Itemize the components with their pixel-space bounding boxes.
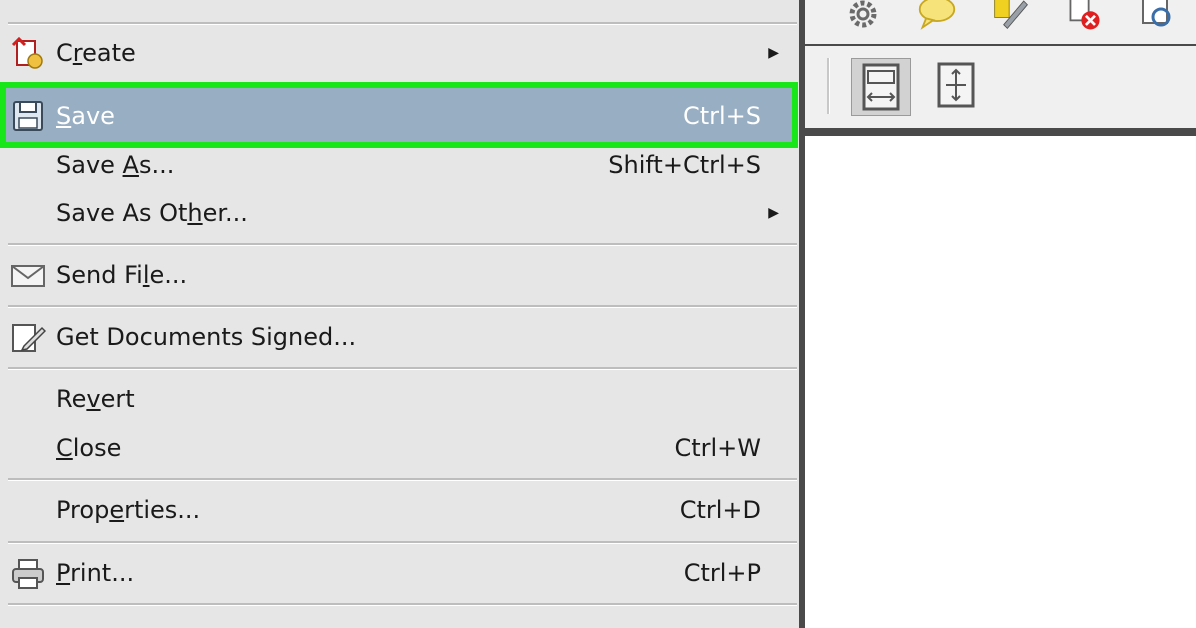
envelope-icon (8, 259, 48, 293)
menu-separator (8, 367, 797, 370)
toolbar-separator (827, 58, 830, 114)
menu-item-shortcut: Ctrl+W (674, 434, 761, 462)
menu-item-label: Get Documents Signed... (56, 323, 357, 351)
gear-icon[interactable] (843, 0, 883, 34)
comment-icon[interactable] (917, 0, 957, 32)
menu-item-save-as[interactable]: Save As... Shift+Ctrl+S (0, 142, 797, 188)
menu-item-label: Save As Other... (56, 199, 248, 227)
menu-item-print[interactable]: Print... Ctrl+P (0, 550, 797, 596)
fit-page-icon[interactable] (851, 58, 911, 116)
menu-item-label: Create (56, 39, 136, 67)
menu-item-close[interactable]: Close Ctrl+W (0, 425, 797, 471)
full-screen-icon[interactable] (933, 60, 979, 110)
menu-item-create[interactable]: Create ▶ (0, 30, 797, 76)
remove-file-icon[interactable] (1065, 0, 1105, 34)
menu-item-shortcut: Shift+Ctrl+S (608, 151, 761, 179)
menu-item-label: Send File... (56, 261, 188, 289)
menu-item-get-documents-signed[interactable]: Get Documents Signed... (0, 314, 797, 360)
menu-item-properties[interactable]: Properties... Ctrl+D (0, 487, 797, 533)
menu-item-label: Save (56, 102, 115, 130)
sign-document-icon (8, 321, 48, 355)
menu-separator (8, 541, 797, 544)
top-toolbar (805, 0, 1196, 46)
printer-icon (8, 557, 48, 591)
secondary-toolbar (805, 46, 1196, 136)
menu-item-send-file[interactable]: Send File... (0, 252, 797, 298)
find-icon[interactable] (1139, 0, 1179, 34)
menu-separator (8, 478, 797, 481)
menu-item-label: Revert (56, 385, 135, 413)
file-menu: Create ▶ Save Ctrl+S Save As... Shift+Ct… (0, 0, 805, 628)
submenu-arrow-icon: ▶ (768, 205, 779, 221)
menu-item-save[interactable]: Save Ctrl+S (0, 88, 797, 144)
document-area (805, 0, 1196, 628)
menu-item-label: Save As... (56, 151, 175, 179)
create-pdf-icon (8, 37, 48, 71)
menu-item-shortcut: Ctrl+P (683, 559, 761, 587)
menu-item-shortcut: Ctrl+D (679, 496, 761, 524)
menu-separator (8, 243, 797, 246)
menu-separator (8, 305, 797, 308)
menu-item-save-as-other[interactable]: Save As Other... ▶ (0, 190, 797, 236)
menu-item-revert[interactable]: Revert (0, 376, 797, 422)
menu-separator (8, 22, 797, 25)
menu-item-shortcut: Ctrl+S (682, 102, 761, 130)
menu-item-label: Properties... (56, 496, 201, 524)
sign-pen-icon[interactable] (991, 0, 1031, 32)
menu-item-label: Close (56, 434, 122, 462)
submenu-arrow-icon: ▶ (768, 45, 779, 61)
menu-separator (8, 603, 797, 606)
save-disk-icon (8, 99, 48, 133)
menu-item-label: Print... (56, 559, 135, 587)
